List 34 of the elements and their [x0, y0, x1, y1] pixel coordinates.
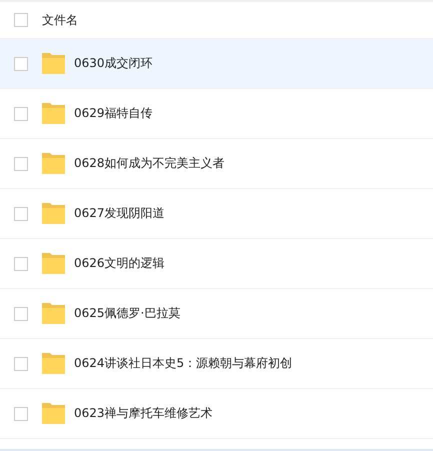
folder-icon — [42, 103, 65, 124]
file-name[interactable]: 0630成交闭环 — [74, 55, 153, 72]
file-row[interactable]: 0625佩德罗·巴拉莫 — [0, 289, 433, 339]
checkbox[interactable] — [14, 206, 28, 220]
checkbox[interactable] — [14, 256, 28, 270]
file-name[interactable]: 0626文明的逻辑 — [74, 255, 165, 272]
checkbox[interactable] — [14, 13, 28, 27]
file-name[interactable]: 0623禅与摩托车维修艺术 — [74, 405, 213, 422]
file-row[interactable]: 0627发现阴阳道 — [0, 189, 433, 239]
folder-icon — [42, 153, 65, 174]
checkbox[interactable] — [14, 106, 28, 120]
file-row[interactable]: 0630成交闭环 — [0, 39, 433, 89]
folder-icon — [42, 53, 65, 74]
file-name[interactable]: 0624讲谈社日本史5：源赖朝与幕府初创 — [74, 355, 292, 372]
folder-icon — [42, 253, 65, 274]
file-row[interactable]: 0629福特自传 — [0, 89, 433, 139]
checkbox[interactable] — [14, 56, 28, 70]
file-name[interactable]: 0625佩德罗·巴拉莫 — [74, 305, 180, 322]
column-header[interactable]: 文件名 — [42, 12, 78, 28]
file-row[interactable]: 0626文明的逻辑 — [0, 239, 433, 289]
checkbox[interactable] — [14, 406, 28, 420]
checkbox[interactable] — [14, 356, 28, 370]
checkbox[interactable] — [14, 306, 28, 320]
folder-icon — [42, 353, 65, 374]
file-row[interactable]: 0624讲谈社日本史5：源赖朝与幕府初创 — [0, 339, 433, 389]
folder-icon — [42, 403, 65, 424]
file-row[interactable]: 0623禅与摩托车维修艺术 — [0, 389, 433, 439]
checkbox[interactable] — [14, 156, 28, 170]
file-name[interactable]: 0628如何成为不完美主义者 — [74, 155, 225, 172]
file-name[interactable]: 0629福特自传 — [74, 105, 153, 122]
file-name[interactable]: 0627发现阴阳道 — [74, 205, 165, 222]
file-row[interactable]: 0628如何成为不完美主义者 — [0, 139, 433, 189]
folder-icon — [42, 303, 65, 324]
folder-icon — [42, 203, 65, 224]
